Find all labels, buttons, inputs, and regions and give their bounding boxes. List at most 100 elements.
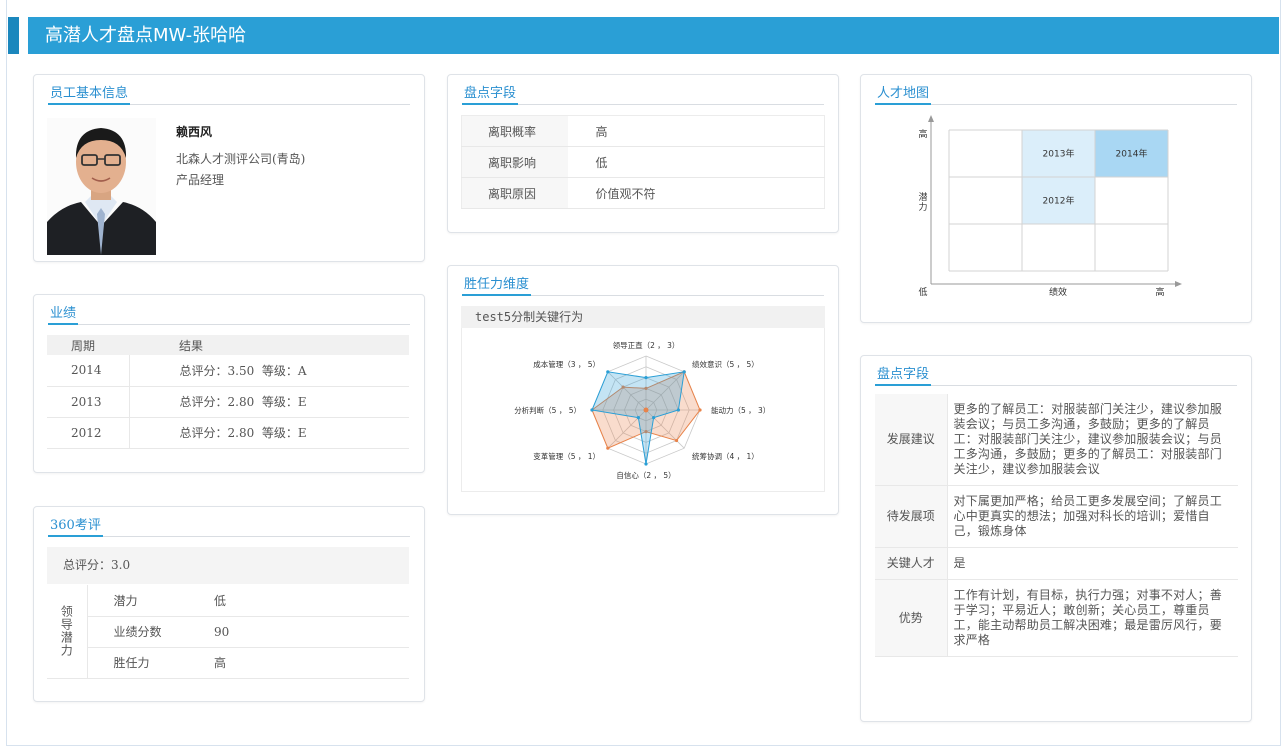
- radar-point: [644, 376, 648, 380]
- eval360-total-score: 总评分：3.0: [47, 547, 409, 584]
- development-panel: 盘点字段 发展建议 更多的了解员工：对服装部门关注少，建议参加服装会议；与员工多…: [860, 355, 1252, 722]
- radar-axis-label: 能动力（5 ， 3）: [711, 405, 770, 415]
- eval360-table: 领导潜力 潜力 低 业绩分数 90 胜任力 高: [47, 585, 409, 679]
- x-axis-arrow-icon: [1175, 281, 1182, 287]
- inventory-fields-title: 盘点字段: [462, 85, 519, 105]
- table-row: 离职原因 价值观不符: [461, 177, 825, 209]
- radar-point: [682, 370, 686, 374]
- leadership-potential-label: 领导潜力: [47, 585, 88, 679]
- inventory-fields-table: 离职概率 高 离职影响 低 离职原因 价值观不符: [461, 115, 825, 209]
- radar-point: [636, 416, 640, 420]
- table-row: 业绩分数 90: [47, 616, 409, 648]
- talent-map-grid: 2013年 2014年2012年高潜力低 绩效高: [918, 115, 1182, 298]
- employee-name: 赖西风: [176, 125, 213, 139]
- eval-value: 高: [200, 647, 409, 679]
- table-row: 离职影响 低: [461, 146, 825, 178]
- radar-axis-label: 变革管理（5 ， 1）: [533, 451, 600, 461]
- field-key: 离职原因: [461, 177, 568, 209]
- dev-key: 待发展项: [875, 485, 948, 548]
- table-row: 领导潜力 潜力 低: [47, 585, 409, 679]
- table-row: 胜任力 高: [47, 647, 409, 679]
- eval-key: 业绩分数: [87, 616, 200, 648]
- table-row: 2013 总评分：2.80 等级：E: [47, 386, 409, 418]
- eval-value: 低: [200, 585, 409, 617]
- radar-point: [676, 408, 680, 412]
- radar-axis-label: 绩效意识（5 ， 5）: [692, 359, 759, 369]
- table-row: 关键人才 是: [875, 547, 1238, 580]
- performance-title: 业绩: [48, 305, 79, 325]
- period-cell: 2014: [47, 355, 130, 387]
- y-axis-arrow-icon: [928, 115, 934, 122]
- x-axis-label: 绩效: [1049, 286, 1067, 298]
- table-row: 优势 工作有计划，有目标，执行力强；对事不对人；善于学习；平易近人；敢创新；关心…: [875, 579, 1238, 657]
- result-cell: 总评分：2.80 等级：E: [129, 386, 409, 418]
- column-header-result: 结果: [129, 335, 409, 355]
- eval-value: 90: [200, 616, 409, 648]
- x-high-label: 高: [1155, 286, 1164, 298]
- table-row: 离职概率 高: [461, 115, 825, 147]
- result-cell: 总评分：2.80 等级：E: [129, 417, 409, 449]
- radar-point: [652, 416, 656, 420]
- employee-info-title: 员工基本信息: [48, 85, 131, 105]
- dev-value: 是: [947, 547, 1238, 580]
- radar-point: [606, 446, 610, 450]
- eval-key: 胜任力: [87, 647, 200, 679]
- y-high-label: 高: [918, 128, 927, 140]
- talent-map-cell-label: 2014年: [1116, 148, 1148, 160]
- employee-position: 产品经理: [176, 173, 225, 187]
- radar-point: [606, 370, 610, 374]
- competency-title: 胜任力维度: [462, 276, 532, 296]
- radar-chart: 领导正直（2 ， 3） 绩效意识（5 ， 5） 能动力（5 ， 3） 统筹协调（4 ，…: [514, 340, 770, 480]
- employee-photo: [47, 118, 156, 255]
- employee-info-panel: 员工基本信息 赖西风 北森人才测评公司(青岛) 产品经理: [33, 74, 425, 262]
- x-low-label: 低: [918, 286, 927, 298]
- performance-panel: 业绩 周期 结果 2014 总评分：3.50 等级：A 2013 总评分：2.8…: [33, 294, 425, 473]
- eval360-title: 360考评: [48, 517, 103, 537]
- dev-value: 对下属更加严格；给员工更多发展空间；了解员工心中更真实的想法；加强对科长的培训；…: [947, 485, 1238, 548]
- table-row: 2012 总评分：2.80 等级：E: [47, 417, 409, 449]
- radar-point: [644, 462, 648, 466]
- field-value: 低: [567, 146, 825, 178]
- radar-axis-label: 自信心（2 ， 5）: [616, 470, 675, 480]
- field-value: 价值观不符: [567, 177, 825, 209]
- performance-table: 周期 结果 2014 总评分：3.50 等级：A 2013 总评分：2.80 等…: [47, 335, 409, 449]
- dev-value: 工作有计划，有目标，执行力强；对事不对人；善于学习；平易近人；敢创新；关心员工，…: [947, 579, 1238, 657]
- radar-axis-label: 分析判断（5 ， 5）: [514, 405, 581, 415]
- table-row: 2014 总评分：3.50 等级：A: [47, 355, 409, 387]
- eval-key: 潜力: [87, 585, 200, 617]
- competency-chart-title: test5分制关键行为: [461, 306, 825, 328]
- radar-center-point: [643, 407, 649, 413]
- column-header-period: 周期: [47, 335, 129, 355]
- radar-point: [674, 438, 679, 443]
- field-key: 离职概率: [461, 115, 568, 147]
- header-accent: [8, 17, 28, 54]
- result-cell: 总评分：3.50 等级：A: [129, 355, 409, 387]
- y-axis-label: 力: [918, 201, 927, 213]
- field-key: 离职影响: [461, 146, 568, 178]
- dev-key: 发展建议: [875, 394, 948, 486]
- competency-panel: 胜任力维度 test5分制关键行为 领导正直（2 ， 3） 绩效意识（5 ， 5）…: [447, 265, 839, 515]
- radar-point: [590, 408, 594, 412]
- employee-company: 北森人才测评公司(青岛): [176, 152, 306, 166]
- development-title: 盘点字段: [875, 366, 932, 386]
- table-row: 待发展项 对下属更加严格；给员工更多发展空间；了解员工心中更真实的想法；加强对科…: [875, 485, 1238, 548]
- development-table: 发展建议 更多的了解员工：对服装部门关注少，建议参加服装会议；与员工多沟通，多鼓…: [875, 394, 1238, 657]
- radar-axis-label: 统筹协调（4 ， 1）: [692, 451, 759, 461]
- talent-map-cell-label: 2013年: [1043, 148, 1075, 160]
- talent-map-cell-label: 2012年: [1043, 195, 1075, 207]
- radar-point: [698, 408, 702, 412]
- page-header: 高潜人才盘点MW-张哈哈: [8, 17, 1279, 54]
- page-title: 高潜人才盘点MW-张哈哈: [45, 25, 247, 46]
- y-axis-label: 潜: [918, 191, 927, 203]
- period-cell: 2013: [47, 386, 130, 418]
- dev-value: 更多的了解员工：对服装部门关注少，建议参加服装会议；与员工多沟通，多鼓励；更多的…: [947, 394, 1238, 486]
- table-row: 发展建议 更多的了解员工：对服装部门关注少，建议参加服装会议；与员工多沟通，多鼓…: [875, 394, 1238, 486]
- dev-key: 优势: [875, 579, 948, 657]
- radar-chart-box: 领导正直（2 ， 3） 绩效意识（5 ， 5） 能动力（5 ， 3） 统筹协调（4 ，…: [461, 328, 825, 492]
- dev-key: 关键人才: [875, 547, 948, 580]
- radar-axis-label: 成本管理（3 ， 5）: [533, 359, 600, 369]
- field-value: 高: [567, 115, 825, 147]
- talent-map-panel: 人才地图 2013年 2014年 2012年高潜力低绩效高: [860, 74, 1252, 323]
- radar-axis-label: 领导正直（2 ， 3）: [613, 340, 680, 350]
- period-cell: 2012: [47, 417, 130, 449]
